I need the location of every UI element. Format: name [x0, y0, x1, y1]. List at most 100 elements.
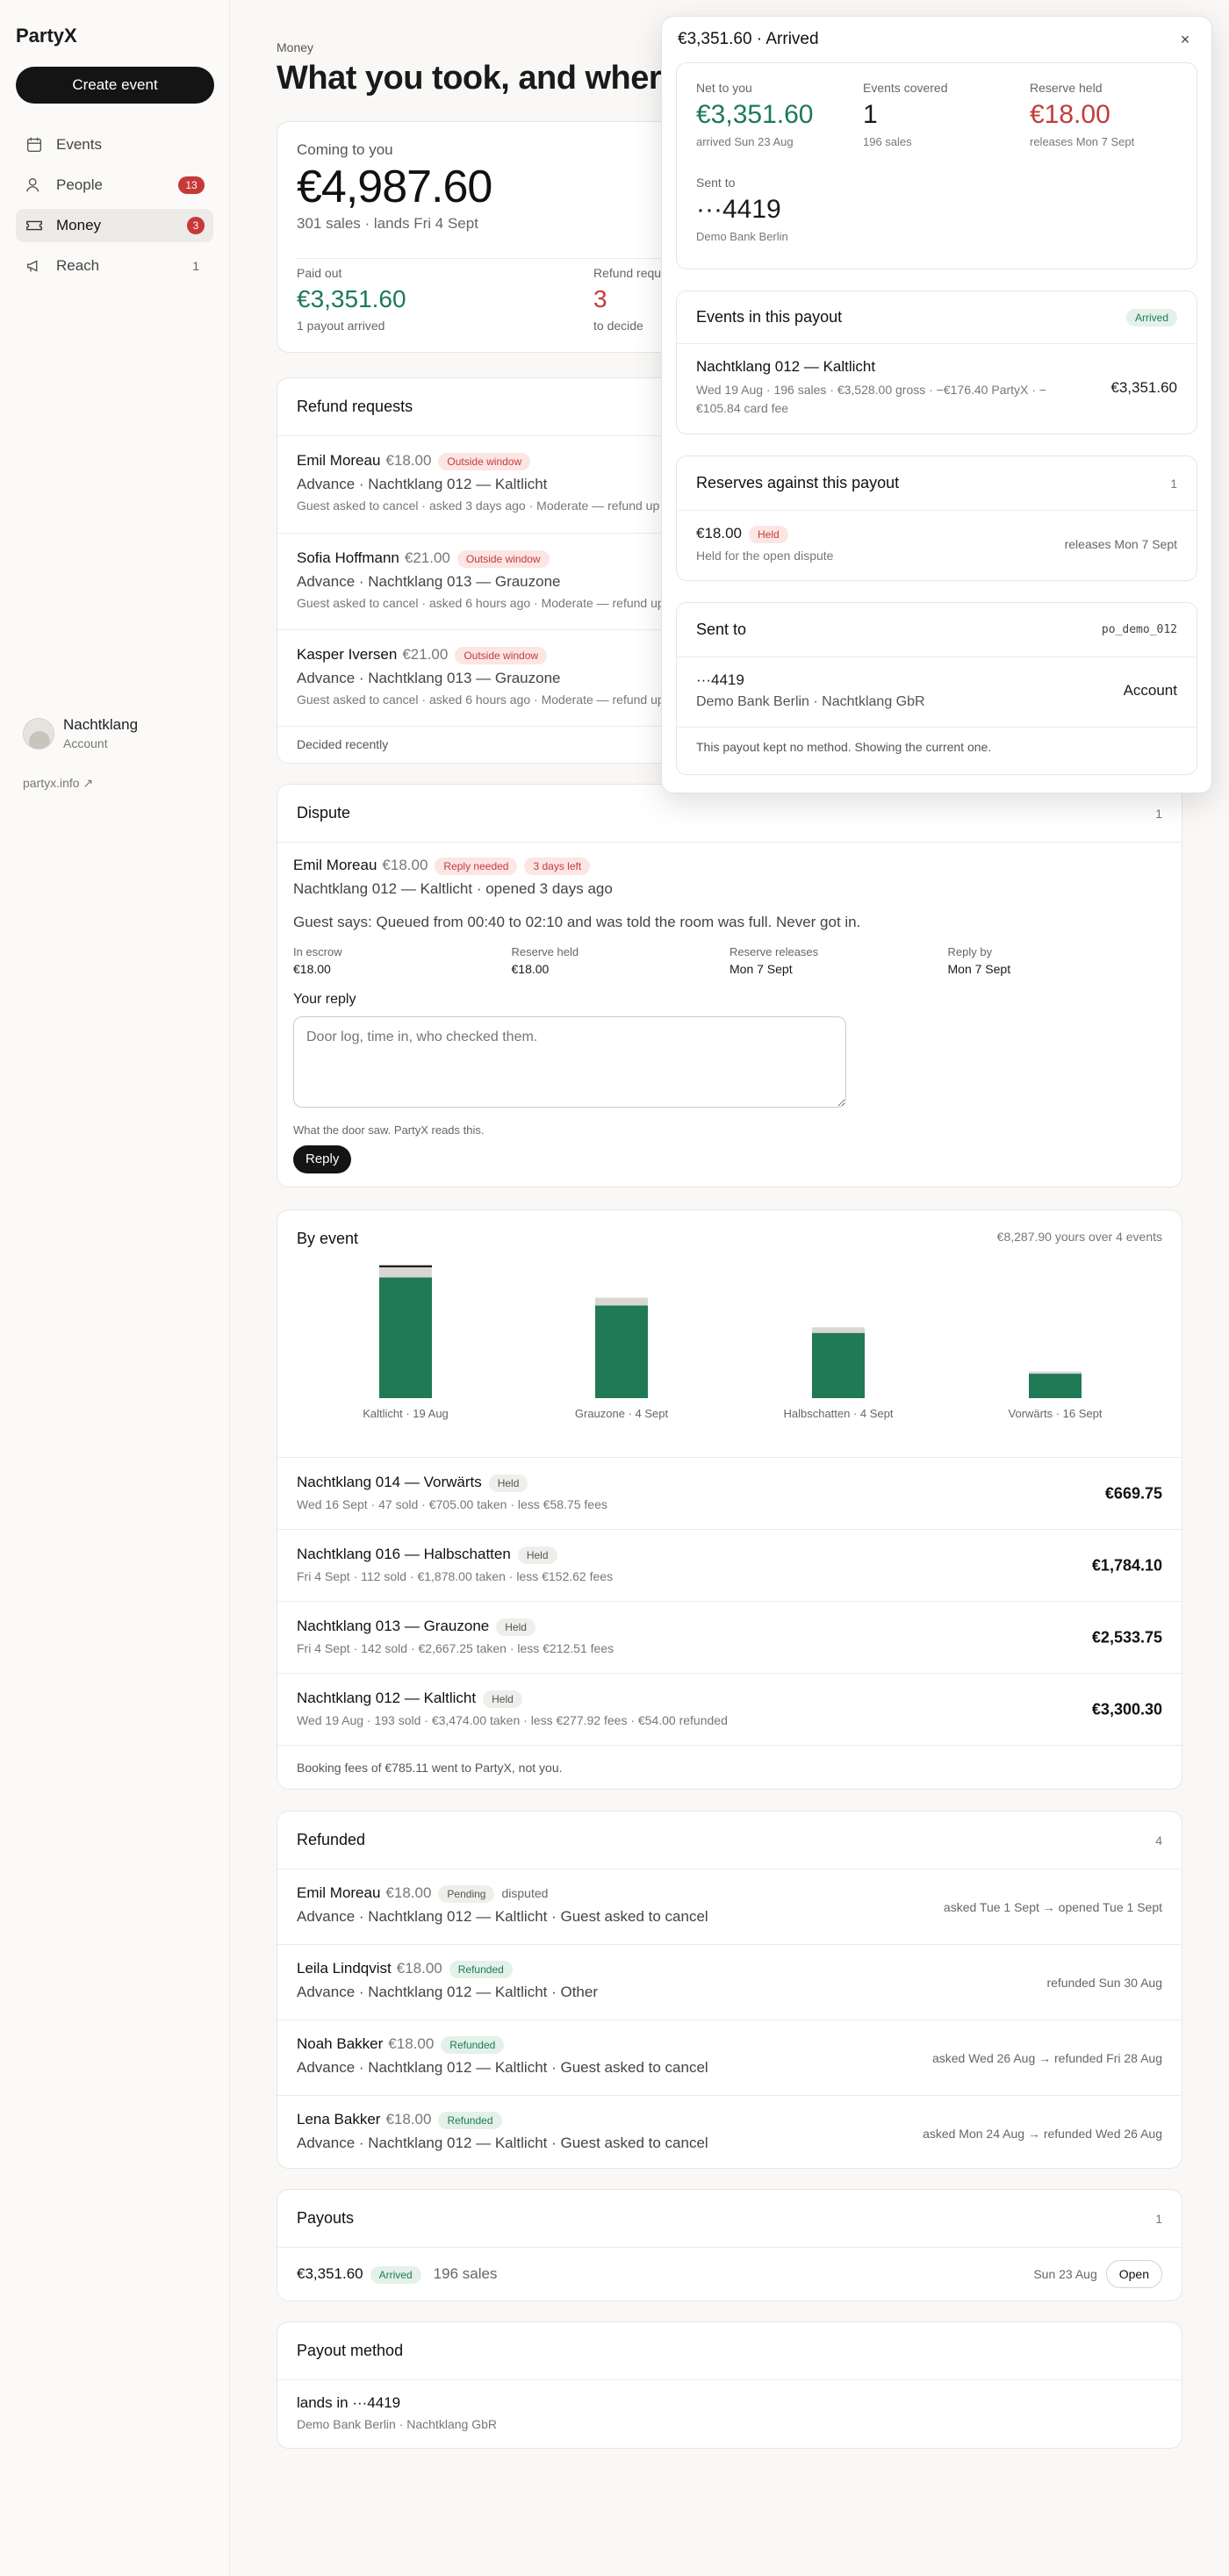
by-event-chart: Kaltlicht · 19 Aug Grauzone · 4 Sept Halbs…: [363, 1265, 1103, 1420]
status-badge: Outside window: [456, 549, 550, 568]
x-tick-label: Grauzone · 4 Sept: [575, 1407, 669, 1420]
payout-id: po_demo_012: [1101, 623, 1177, 636]
stat-label: Reserve held: [1030, 81, 1103, 95]
status-badge: Held: [483, 1690, 522, 1708]
payout-row[interactable]: €3,351.60 Arrived 196 sales Sun 23 Aug Ope…: [277, 2248, 1182, 2300]
org-switcher[interactable]: Nachtklang Account: [23, 716, 138, 750]
event-name: Nachtklang 014 — Vorwärts: [297, 1474, 482, 1490]
stat-value: 1: [863, 100, 878, 129]
events-in-payout: Events in this payout Arrived Nachtklang…: [676, 291, 1197, 434]
fact-label: Reserve held: [511, 944, 579, 958]
card-title: By event: [297, 1230, 359, 1247]
card-header: Payout method: [277, 2322, 1182, 2380]
x-tick-label: Halbschatten · 4 Sept: [783, 1407, 893, 1420]
fact-label: In escrow: [293, 944, 342, 958]
account-number: ···4419: [696, 671, 744, 688]
item-dates: asked Mon 24 Aug → refunded Wed 26 Aug: [923, 2127, 1162, 2141]
paid-amount: €3,351.60: [297, 285, 406, 312]
status-badge: Held: [749, 525, 788, 543]
net-stat: Net to you €3,351.60 arrived Sun 23 Aug: [696, 81, 813, 148]
reply-textarea[interactable]: [293, 1015, 846, 1108]
payout-detail-panel: €3,351.60 · Arrived × Net to you €3,351.…: [661, 16, 1212, 793]
status-badge: Pending: [438, 1884, 495, 1903]
fact: Reserve releases Mon 7 Sept: [729, 945, 948, 976]
reply-button[interactable]: Reply: [293, 1144, 352, 1173]
link-label: partyx.info: [23, 776, 80, 790]
method-bank: Demo Bank Berlin · Nachtklang GbR: [297, 2417, 497, 2431]
table-row[interactable]: Nachtklang 013 — Grauzone Held Fri 4 Sept…: [277, 1602, 1182, 1674]
card-title: Refunded: [297, 1831, 366, 1848]
public-site-link[interactable]: partyx.info ↗: [23, 776, 93, 791]
calendar-icon: [26, 137, 42, 153]
reserves-in-payout: Reserves against this payout 1 €18.00 Hel…: [676, 456, 1197, 581]
sidebar-item-label: Reach: [56, 257, 100, 274]
create-event-button[interactable]: Create event: [16, 67, 214, 104]
dispute-facts: In escrow €18.00 Reserve held €18.00 Reser…: [293, 945, 1166, 976]
status-badge: Refunded: [441, 2035, 505, 2054]
close-icon[interactable]: ×: [1175, 31, 1196, 49]
event-value: €1,784.10: [1091, 1556, 1162, 1574]
guest-name: Sofia Hoffmann: [297, 549, 399, 566]
payouts-card: Payouts 1 €3,351.60 Arrived 196 sales Sun 2…: [277, 2189, 1182, 2301]
list-item[interactable]: Noah Bakker €18.00 Refunded Advance · Nach…: [277, 2020, 1182, 2096]
guest-name: Lena Bakker: [297, 2111, 381, 2128]
sidebar-item-events[interactable]: Events: [16, 128, 213, 161]
list-item[interactable]: Emil Moreau €18.00 Pending disputed Advance…: [277, 1869, 1182, 1945]
sidebar-item-label: Events: [56, 136, 102, 153]
stat-value: ···4419: [696, 195, 781, 224]
open-payout-button[interactable]: Open: [1105, 2260, 1162, 2288]
by-event-card: By event €8,287.90 yours over 4 events K…: [277, 1209, 1182, 1790]
card-title: Refund requests: [297, 398, 413, 415]
table-row[interactable]: Nachtklang 016 — Halbschatten Held Fri 4 …: [277, 1530, 1182, 1602]
method-account: lands in ···4419: [297, 2394, 401, 2411]
stat-sub: arrived Sun 23 Aug: [696, 135, 794, 148]
account-link[interactable]: Account: [1124, 682, 1177, 700]
table-row[interactable]: Nachtklang 014 — Vorwärts Held Wed 16 Sep…: [277, 1458, 1182, 1530]
ticket-icon: [26, 220, 42, 231]
sidebar-nav: Events People 13 Money 3 Reach 1: [16, 128, 213, 283]
bar-3-series-0: [1029, 1374, 1082, 1398]
event-value: €3,351.60: [1110, 379, 1177, 396]
fact-value: Mon 7 Sept: [729, 961, 793, 976]
list-item[interactable]: Lena Bakker €18.00 Refunded Advance · Nach…: [277, 2096, 1182, 2171]
paid-sub: 1 payout arrived: [297, 319, 385, 333]
guest-name: Emil Moreau: [297, 1884, 381, 1901]
item-dates: refunded Sun 30 Aug: [1046, 1975, 1162, 1990]
card-header: Payouts 1: [277, 2190, 1182, 2248]
status-badge: Outside window: [455, 646, 548, 664]
reply-label: Your reply: [293, 991, 356, 1007]
account-bank: Demo Bank Berlin · Nachtklang GbR: [696, 694, 925, 709]
list-item[interactable]: Leila Lindqvist €18.00 Refunded Advance · …: [277, 1945, 1182, 2020]
event-meta: Fri 4 Sept · 142 sold · €2,667.25 taken …: [297, 1640, 614, 1655]
event-name: Nachtklang 016 — Halbschatten: [297, 1546, 511, 1562]
event-meta: Wed 19 Aug · 196 sales · €3,528.00 gross…: [696, 383, 1046, 415]
bar-0-series-2: [379, 1265, 432, 1267]
card-header: Refunded 4: [277, 1812, 1182, 1869]
sidebar-item-money[interactable]: Money 3: [16, 209, 213, 242]
event-name: Nachtklang 012 — Kaltlicht: [297, 1690, 477, 1706]
sidebar-item-reach[interactable]: Reach 1: [16, 249, 213, 283]
fact-value: €18.00: [511, 961, 550, 976]
fact-value: €18.00: [293, 961, 331, 976]
payout-sales: 196 sales: [433, 2265, 498, 2282]
by-event-note: €8,287.90 yours over 4 events: [996, 1230, 1162, 1244]
status-badge: Refunded: [438, 2111, 502, 2129]
sidebar-item-people[interactable]: People 13: [16, 169, 213, 202]
refunded-card: Refunded 4 Emil Moreau €18.00 Pending disput…: [277, 1811, 1182, 2169]
card-count: 4: [1155, 1833, 1162, 1848]
amount: €18.00: [385, 452, 432, 469]
list-item[interactable]: Nachtklang 012 — Kaltlicht Wed 19 Aug · …: [677, 344, 1197, 432]
sidebar: PartyX Create event Events People 13 Mon…: [0, 0, 230, 2576]
reply-needed-badge: Reply needed: [435, 857, 518, 875]
amount: €21.00: [402, 646, 449, 663]
card-title: Payout method: [297, 2342, 404, 2359]
table-row[interactable]: Nachtklang 012 — Kaltlicht Held Wed 19 Au…: [277, 1674, 1182, 1746]
dispute-card: Dispute 1 Emil Moreau €18.00 Reply needed 3 …: [277, 784, 1182, 1188]
amount: €18.00: [388, 2035, 435, 2052]
fact: Reserve held €18.00: [512, 945, 730, 976]
account-row[interactable]: ···4419 Demo Bank Berlin · Nachtklang Gb…: [677, 657, 1197, 728]
status-badge: Arrived: [1125, 308, 1177, 326]
bar-3-series-1: [1029, 1371, 1082, 1374]
booking-fees-note: Booking fees of €785.11 went to PartyX, …: [297, 1761, 563, 1775]
guest-name: Emil Moreau: [293, 857, 377, 873]
